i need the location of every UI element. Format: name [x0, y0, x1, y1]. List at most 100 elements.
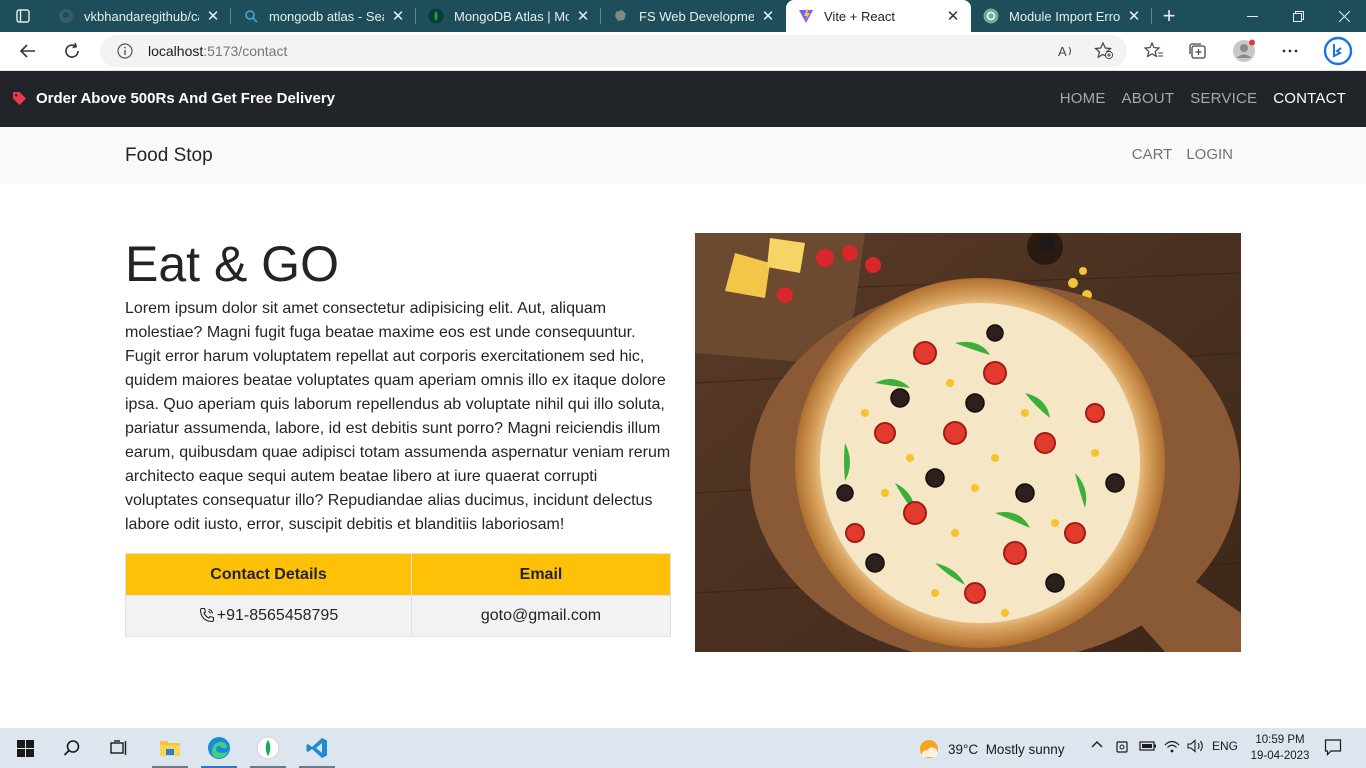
info-icon[interactable] — [117, 43, 133, 59]
notifications-button[interactable] — [1324, 738, 1342, 759]
clock-date: 19-04-2023 — [1250, 750, 1310, 762]
tab-title: mongodb atlas - Searc — [269, 8, 384, 24]
column-header-contact: Contact Details — [125, 553, 412, 596]
minimize-button[interactable] — [1229, 0, 1275, 32]
collections-button[interactable] — [1183, 36, 1213, 66]
speaker-icon — [1187, 739, 1203, 753]
nav-login[interactable]: LOGIN — [1186, 146, 1233, 163]
minimize-icon — [1246, 15, 1258, 17]
close-icon — [1338, 10, 1350, 22]
clock-time: 10:59 PM — [1255, 734, 1305, 746]
volume-button[interactable] — [1187, 739, 1205, 756]
url-host: localhost — [148, 43, 204, 59]
more-menu-button[interactable] — [1275, 36, 1305, 66]
mongodb-leaf-icon — [256, 736, 280, 760]
camera-icon — [1116, 741, 1128, 753]
bing-chat-button[interactable] — [1322, 35, 1354, 67]
tab-actions-button[interactable] — [0, 0, 46, 32]
add-favorite-icon[interactable] — [1094, 42, 1114, 60]
mongodb-leaf-icon — [428, 8, 444, 24]
address-bar[interactable]: localhost:5173/contact A — [100, 35, 1127, 67]
url-text[interactable]: localhost:5173/contact — [148, 43, 287, 59]
phone-number: +91-8565458795 — [216, 607, 339, 624]
file-explorer-button[interactable] — [150, 728, 190, 768]
favorites-button[interactable] — [1139, 36, 1169, 66]
tab-title: FS Web Development — [639, 8, 754, 24]
nav-service[interactable]: SERVICE — [1190, 90, 1257, 107]
search-icon — [63, 740, 80, 756]
phone-cell: +91-8565458795 — [125, 595, 412, 637]
table-header-row: Contact Details Email — [125, 553, 671, 596]
svg-text:A: A — [1058, 44, 1067, 59]
nav-contact[interactable]: CONTACT — [1273, 90, 1346, 107]
edge-icon — [208, 737, 230, 759]
close-tab-icon[interactable]: ✕ — [575, 7, 591, 25]
read-aloud-icon[interactable]: A — [1058, 43, 1076, 59]
browser-toolbar: localhost:5173/contact A — [0, 32, 1366, 71]
url-path: :5173/contact — [203, 43, 288, 59]
new-tab-button[interactable]: + — [1152, 0, 1186, 32]
browser-tab[interactable]: vkbhandaregithub/cap ✕ — [46, 0, 231, 32]
vscode-icon — [306, 738, 327, 758]
taskbar-clock[interactable]: 10:59 PM 19-04-2023 — [1246, 732, 1314, 764]
windows-taskbar: 39°C Mostly sunny ENG 10:59 PM 19-04-202… — [0, 728, 1366, 768]
arrow-left-icon — [19, 44, 35, 58]
nav-about[interactable]: ABOUT — [1122, 90, 1175, 107]
edge-taskbar-button[interactable] — [199, 728, 239, 768]
input-language[interactable]: ENG — [1212, 739, 1238, 753]
profile-button[interactable] — [1229, 36, 1259, 66]
browser-tab[interactable]: mongodb atlas - Searc ✕ — [231, 0, 416, 32]
start-button[interactable] — [5, 728, 45, 768]
tab-title: vkbhandaregithub/cap — [84, 8, 199, 24]
back-button[interactable] — [13, 36, 43, 66]
weather-widget[interactable]: 39°C Mostly sunny — [918, 738, 1064, 760]
close-window-button[interactable] — [1321, 0, 1366, 32]
page-title: Eat & GO — [125, 236, 339, 292]
tab-title: Vite + React — [824, 8, 895, 24]
email-cell: goto@gmail.com — [411, 595, 671, 637]
wifi-button[interactable] — [1164, 739, 1180, 756]
nav-cart[interactable]: CART — [1132, 146, 1173, 163]
vscode-button[interactable] — [297, 728, 337, 768]
show-hidden-icons-button[interactable] — [1091, 739, 1103, 754]
main-navbar: Food Stop CART LOGIN — [0, 127, 1366, 183]
search-icon — [243, 8, 259, 24]
refresh-button[interactable] — [57, 36, 87, 66]
battery-button[interactable] — [1139, 739, 1157, 756]
weather-condition: Mostly sunny — [985, 741, 1065, 757]
restore-button[interactable] — [1275, 0, 1321, 32]
phone-icon — [199, 607, 214, 623]
sun-icon — [920, 740, 938, 758]
vite-icon — [798, 8, 814, 24]
favorites-icon — [1144, 42, 1163, 58]
nav-home[interactable]: HOME — [1060, 90, 1106, 107]
promo-text: Order Above 500Rs And Get Free Delivery — [36, 90, 336, 107]
meet-now-button[interactable] — [1116, 739, 1130, 758]
column-header-email: Email — [411, 553, 671, 596]
promo-bar: Order Above 500Rs And Get Free Delivery … — [0, 71, 1366, 127]
task-view-icon — [110, 740, 127, 755]
brand-logo-text[interactable]: Food Stop — [125, 145, 213, 167]
notification-icon — [1324, 739, 1342, 756]
chevron-up-icon — [1091, 741, 1103, 748]
task-view-button[interactable] — [99, 728, 139, 768]
close-tab-icon[interactable]: ✕ — [760, 7, 776, 25]
close-tab-icon[interactable]: ✕ — [390, 7, 406, 25]
contact-table: Contact Details Email +91-8565458795 got… — [125, 553, 671, 637]
close-tab-icon[interactable]: ✕ — [205, 7, 221, 25]
tab-actions-icon — [16, 9, 30, 23]
description-paragraph: Lorem ipsum dolor sit amet consectetur a… — [125, 300, 671, 533]
browser-tab[interactable]: MongoDB Atlas | Mon ✕ — [416, 0, 601, 32]
close-tab-icon[interactable]: ✕ — [945, 7, 961, 25]
chatgpt-icon — [983, 8, 999, 24]
browser-tab[interactable]: Module Import Error. ✕ — [971, 0, 1152, 32]
wifi-icon — [1164, 740, 1180, 753]
browser-tab[interactable]: FS Web Development ✕ — [601, 0, 786, 32]
restore-icon — [1292, 10, 1304, 22]
browser-tab-active[interactable]: Vite + React ✕ — [786, 0, 971, 32]
refresh-icon — [65, 42, 79, 58]
close-tab-icon[interactable]: ✕ — [1126, 7, 1142, 25]
search-button[interactable] — [52, 728, 92, 768]
mongodb-compass-button[interactable] — [248, 728, 288, 768]
collections-icon — [1189, 43, 1206, 59]
